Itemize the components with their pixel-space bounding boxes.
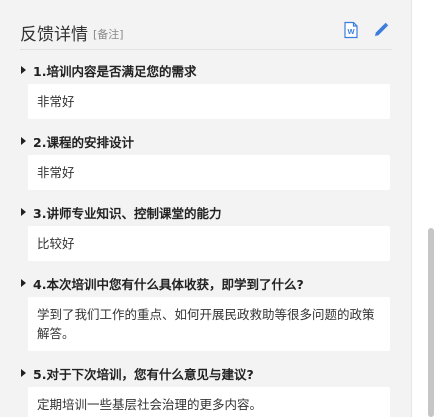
answer-box: 定期培训一些基层社会治理的更多内容。 [28, 387, 390, 417]
list-item: 3.讲师专业知识、控制课堂的能力 比较好 [20, 202, 392, 261]
header-divider [20, 49, 392, 50]
caret-right-icon [21, 369, 26, 377]
list-item: 1.培训内容是否满足您的需求 非常好 [20, 60, 392, 119]
scrollbar-divider [411, 0, 412, 417]
answer-box: 比较好 [28, 226, 390, 261]
question-text: 5.对于下次培训，您有什么意见与建议? [33, 366, 254, 382]
word-document-icon[interactable]: W [342, 21, 360, 39]
list-item: 5.对于下次培训，您有什么意见与建议? 定期培训一些基层社会治理的更多内容。 [20, 363, 392, 417]
svg-text:W: W [347, 27, 355, 36]
answer-box: 非常好 [28, 84, 390, 119]
panel-header: 反馈详情 [备注] W [20, 18, 392, 46]
pencil-edit-icon[interactable] [372, 21, 390, 39]
caret-right-icon [21, 279, 26, 287]
list-item: 4.本次培训中您有什么具体收获，即学到了什么? 学到了我们工作的重点、如何开展民… [20, 273, 392, 351]
question-row[interactable]: 3.讲师专业知识、控制课堂的能力 [20, 202, 392, 222]
question-text: 1.培训内容是否满足您的需求 [33, 63, 197, 79]
question-text: 4.本次培训中您有什么具体收获，即学到了什么? [33, 276, 304, 292]
answer-box: 非常好 [28, 155, 390, 190]
question-text: 3.讲师专业知识、控制课堂的能力 [33, 205, 222, 221]
list-item: 2.课程的安排设计 非常好 [20, 131, 392, 190]
scrollbar-thumb[interactable] [428, 228, 434, 417]
answer-box: 学到了我们工作的重点、如何开展民政救助等很多问题的政策解答。 [28, 297, 390, 351]
caret-right-icon [21, 66, 26, 74]
note-label[interactable]: [备注] [93, 26, 124, 42]
header-actions: W [342, 21, 390, 39]
caret-right-icon [21, 137, 26, 145]
feedback-detail-panel: 反馈详情 [备注] W 1.培训内容是否满足您的需求 非常好 2.课程的安排设计… [0, 0, 411, 417]
question-row[interactable]: 5.对于下次培训，您有什么意见与建议? [20, 363, 392, 383]
caret-right-icon [21, 208, 26, 216]
page-title: 反馈详情 [20, 24, 88, 45]
question-text: 2.课程的安排设计 [33, 134, 134, 150]
feedback-list: 1.培训内容是否满足您的需求 非常好 2.课程的安排设计 非常好 3.讲师专业知… [20, 60, 392, 417]
question-row[interactable]: 4.本次培训中您有什么具体收获，即学到了什么? [20, 273, 392, 293]
question-row[interactable]: 2.课程的安排设计 [20, 131, 392, 151]
question-row[interactable]: 1.培训内容是否满足您的需求 [20, 60, 392, 80]
